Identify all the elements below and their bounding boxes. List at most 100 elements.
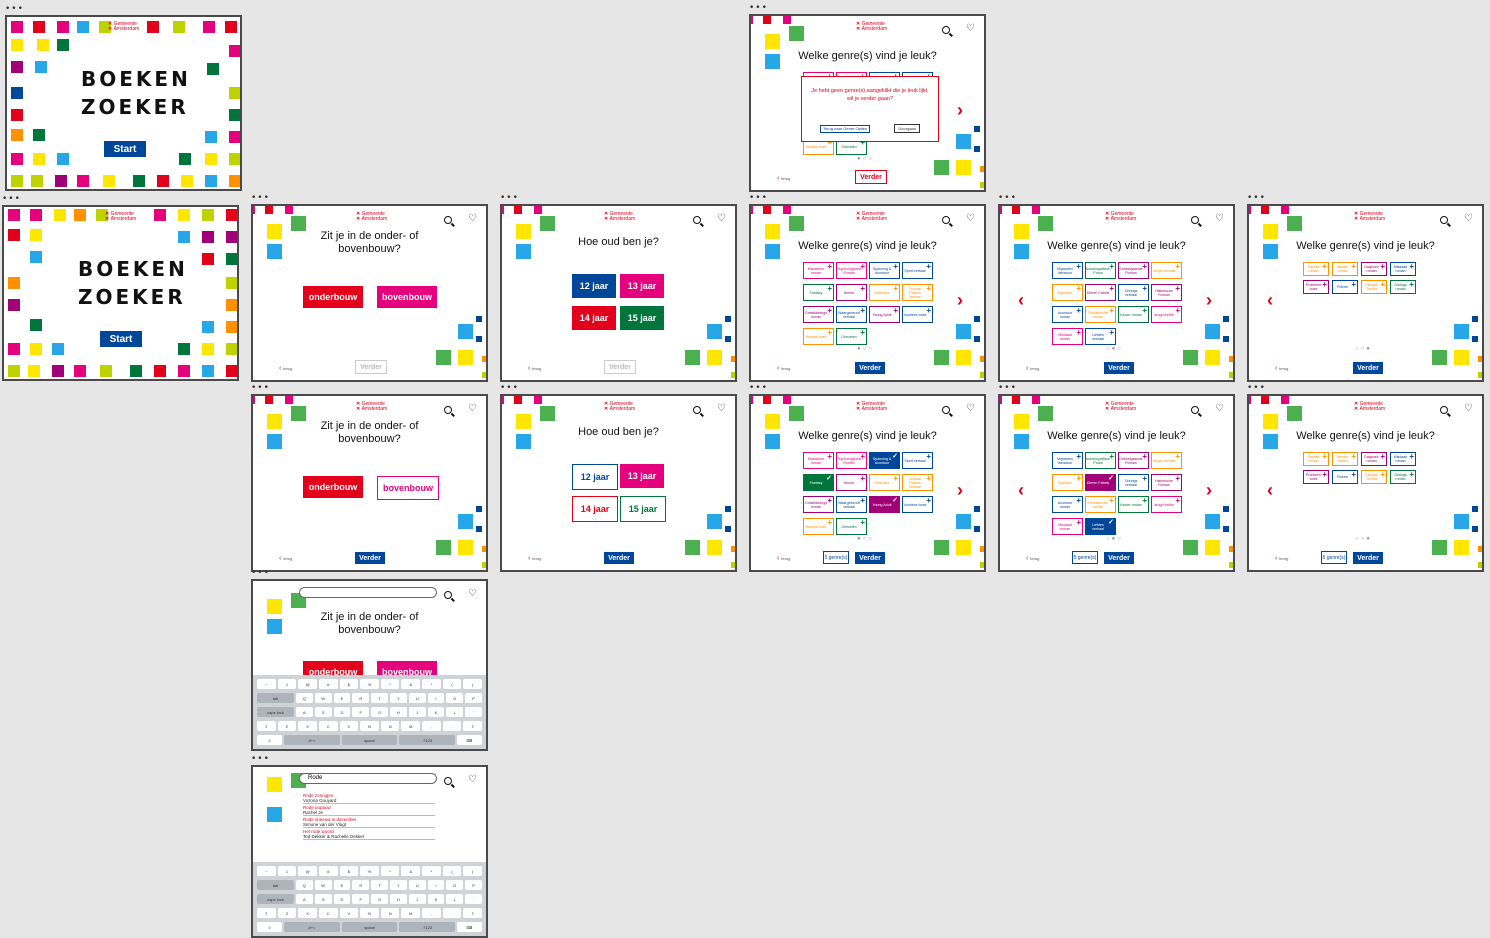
- search-icon[interactable]: [444, 216, 452, 224]
- genre-chip[interactable]: Jeugd thriller: [1151, 306, 1182, 323]
- heart-icon[interactable]: ♡: [1215, 214, 1224, 224]
- genre-chip[interactable]: Griezelen: [836, 518, 867, 535]
- verder-button[interactable]: Verder: [855, 552, 885, 564]
- genre-chip[interactable]: Oorlogs roman: [1390, 470, 1416, 484]
- search-icon[interactable]: [1440, 406, 1448, 414]
- genre-chip[interactable]: Jeugd thriller: [1151, 496, 1182, 513]
- genre-chip[interactable]: Misdaad roman: [1052, 328, 1083, 345]
- genre-chip[interactable]: Jeugd verhaal: [1151, 262, 1182, 279]
- keyboard-key[interactable]: ☺: [257, 735, 283, 745]
- genre-chip[interactable]: Voorlees boek: [902, 496, 933, 513]
- genre-chip[interactable]: Poëzie: [1332, 280, 1358, 294]
- start-button[interactable]: Start: [104, 141, 146, 157]
- keyboard-key[interactable]: *: [422, 866, 441, 876]
- choice-button[interactable]: 14 jaar: [572, 496, 618, 522]
- heart-icon[interactable]: ♡: [1464, 404, 1473, 414]
- genre-chip[interactable]: Meisjes boek: [803, 328, 834, 345]
- keyboard-key[interactable]: .: [442, 908, 462, 918]
- keyboard-key[interactable]: &: [401, 866, 421, 876]
- keyboard-key[interactable]: I: [427, 693, 445, 703]
- keyboard-key[interactable]: ): [463, 866, 483, 876]
- genre-chip[interactable]: Realistische roman: [1085, 306, 1116, 323]
- keyboard-key[interactable]: ⌨: [456, 922, 483, 932]
- heart-icon[interactable]: ♡: [468, 775, 477, 785]
- search-icon[interactable]: [1440, 216, 1448, 224]
- search-icon[interactable]: [942, 406, 950, 414]
- back-link[interactable]: terug: [279, 365, 292, 372]
- prev-page-arrow[interactable]: ‹: [1267, 480, 1273, 501]
- next-page-arrow[interactable]: ›: [1206, 290, 1212, 311]
- genre-chip[interactable]: Ideeën roman: [1332, 452, 1358, 466]
- keyboard-key[interactable]: U: [408, 880, 426, 890]
- genre-chip[interactable]: Realistische roman: [1085, 496, 1116, 513]
- genre-chip[interactable]: Oorlogs verhaal: [1118, 474, 1149, 491]
- frame-handle[interactable]: •••: [1247, 193, 1266, 203]
- keyboard-key[interactable]: #: [318, 866, 338, 876]
- keyboard-key[interactable]: ~: [257, 679, 276, 689]
- genre-chip[interactable]: Meisjes boek: [803, 518, 834, 535]
- frame-handle[interactable]: •••: [998, 383, 1017, 393]
- keyboard-key[interactable]: ⇧: [463, 721, 483, 731]
- keyboard-key[interactable]: ): [463, 679, 483, 689]
- frame-handle[interactable]: •••: [998, 193, 1017, 203]
- back-link[interactable]: terug: [1026, 365, 1039, 372]
- keyboard-key[interactable]: &: [401, 679, 421, 689]
- keyboard-key[interactable]: H: [389, 707, 407, 717]
- search-icon[interactable]: [942, 26, 950, 34]
- keyboard-key[interactable]: Y: [389, 693, 407, 703]
- genre-chip[interactable]: Young Adult: [869, 496, 900, 513]
- genre-chip[interactable]: Detective: [869, 474, 900, 491]
- keyboard-key[interactable]: W: [314, 693, 332, 703]
- keyboard-key[interactable]: %: [360, 866, 379, 876]
- keyboard-key[interactable]: tab: [257, 880, 294, 890]
- next-page-arrow[interactable]: ›: [957, 100, 963, 121]
- genre-chip[interactable]: Literaire Thriller: [1361, 280, 1387, 294]
- genre-chip[interactable]: Kinder roman: [1118, 306, 1149, 323]
- genre-chip[interactable]: Spanning & Avontuur: [869, 452, 900, 469]
- keyboard-key[interactable]: Z: [277, 721, 297, 731]
- search-icon[interactable]: [1191, 216, 1199, 224]
- keyboard-key[interactable]: #: [318, 679, 338, 689]
- genre-chip[interactable]: Detective: [869, 284, 900, 301]
- genre-chip[interactable]: Sociaal Politiek Verhaal: [902, 284, 933, 301]
- genre-chip[interactable]: Misdaad roman: [1390, 262, 1416, 276]
- keyboard-key[interactable]: @: [298, 679, 317, 689]
- keyboard-key[interactable]: #+=: [284, 922, 340, 932]
- genre-chip[interactable]: Avontuur roman: [1052, 306, 1083, 323]
- frame-handle[interactable]: •••: [749, 3, 768, 13]
- genre-chip[interactable]: Waargebeurd verhaal: [836, 496, 867, 513]
- back-link[interactable]: terug: [1275, 365, 1288, 372]
- choice-button[interactable]: 12 jaar: [572, 274, 616, 298]
- genre-chip[interactable]: Dubbelgaande Roman: [1118, 262, 1149, 279]
- keyboard-key[interactable]: F: [352, 707, 370, 717]
- genre-chip[interactable]: Liefdes verhaal: [1085, 328, 1116, 345]
- keyboard-key[interactable]: S: [314, 894, 332, 904]
- keyboard-key[interactable]: ~: [257, 866, 276, 876]
- keyboard-key[interactable]: G: [371, 707, 388, 717]
- keyboard-key[interactable]: P: [465, 880, 482, 890]
- search-result-item[interactable]: Rode zonnigen Victoria Gouyard: [303, 793, 336, 803]
- genre-chip[interactable]: Autobiografisch Proza: [1085, 452, 1116, 469]
- keyboard-key[interactable]: (: [442, 679, 462, 689]
- heart-icon[interactable]: ♡: [468, 404, 477, 414]
- genre-chip[interactable]: Dagboek roman: [1361, 262, 1387, 276]
- choice-button[interactable]: onderbouw: [303, 286, 363, 308]
- choice-button[interactable]: 13 jaar: [620, 274, 664, 298]
- genre-chip[interactable]: Migranten literatuur: [1052, 452, 1083, 469]
- genre-chip[interactable]: Dieren Fabels: [1085, 284, 1116, 301]
- keyboard-key[interactable]: H: [389, 894, 407, 904]
- genre-chip[interactable]: Dystopie: [1052, 474, 1083, 491]
- keyboard-key[interactable]: R: [352, 693, 370, 703]
- keyboard-key[interactable]: ': [465, 707, 482, 717]
- genre-chip[interactable]: Psychologische Roman: [836, 452, 867, 469]
- prev-page-arrow[interactable]: ‹: [1267, 290, 1273, 311]
- search-icon[interactable]: [693, 406, 701, 414]
- next-page-arrow[interactable]: ›: [1206, 480, 1212, 501]
- keyboard-key[interactable]: K: [427, 707, 445, 717]
- genre-chip[interactable]: Dieren Fabels: [1085, 474, 1116, 491]
- genre-chip[interactable]: Spanning & Avontuur: [869, 262, 900, 279]
- keyboard-key[interactable]: R: [352, 880, 370, 890]
- keyboard-key[interactable]: E: [333, 880, 351, 890]
- keyboard-key[interactable]: S: [314, 707, 332, 717]
- keyboard-key[interactable]: X: [298, 908, 317, 918]
